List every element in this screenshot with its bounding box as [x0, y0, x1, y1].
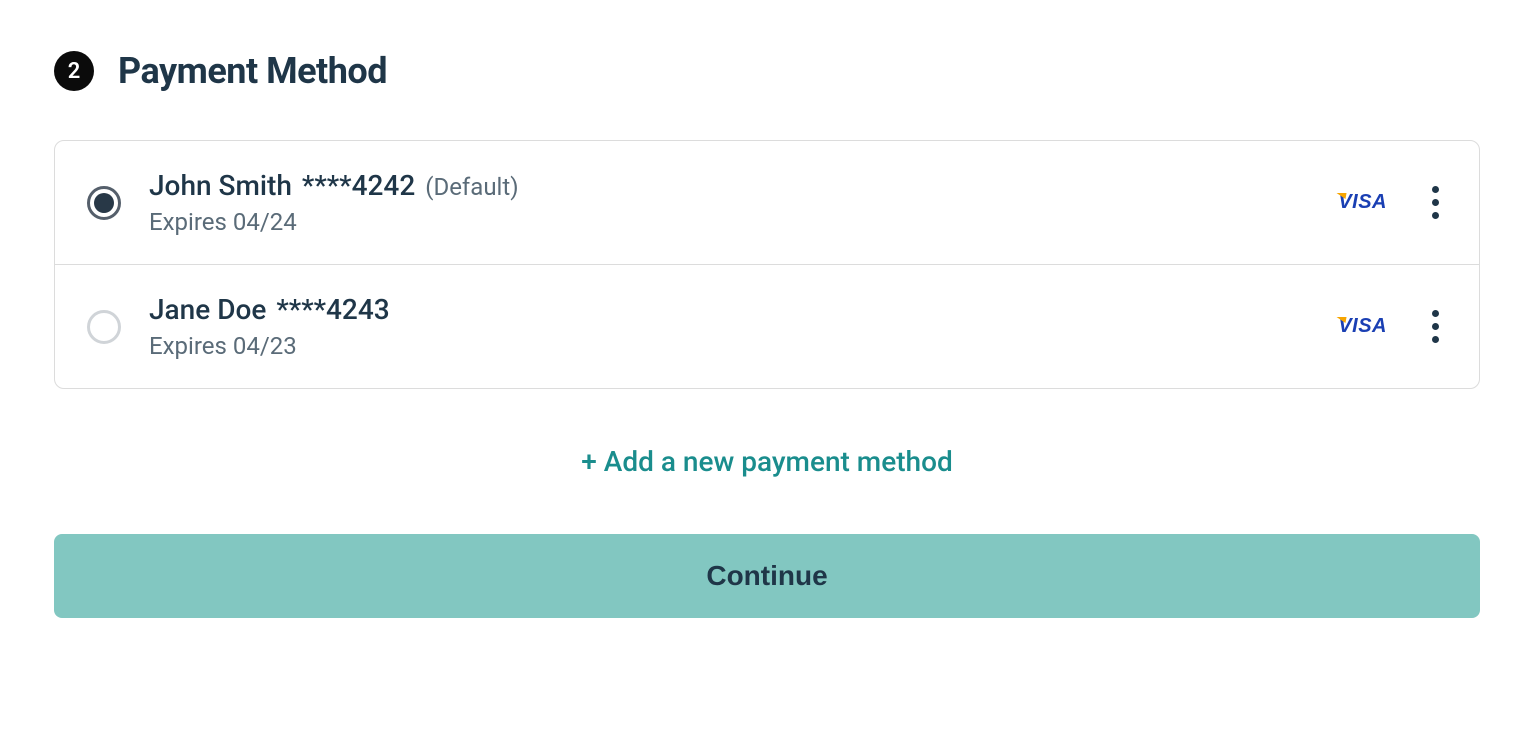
more-options-button[interactable]	[1423, 182, 1447, 223]
payment-method-list: John Smith ****4242 (Default) Expires 04…	[54, 140, 1480, 389]
card-mask: ****4242	[302, 169, 415, 202]
dot-icon	[1432, 323, 1439, 330]
visa-icon: VISA	[1338, 191, 1387, 214]
payment-method-row[interactable]: Jane Doe ****4243 Expires 04/23 VISA	[55, 264, 1479, 388]
page-title: Payment Method	[118, 50, 387, 92]
card-title-line: Jane Doe ****4243	[149, 293, 1310, 326]
card-mask: ****4243	[276, 293, 389, 326]
dot-icon	[1432, 310, 1439, 317]
card-info: Jane Doe ****4243 Expires 04/23	[149, 293, 1310, 360]
dot-icon	[1432, 336, 1439, 343]
radio-select[interactable]	[87, 310, 121, 344]
default-tag: (Default)	[425, 173, 518, 201]
step-number-badge: 2	[54, 51, 94, 91]
card-right: VISA	[1338, 182, 1447, 223]
radio-selected-icon	[94, 193, 114, 213]
radio-select[interactable]	[87, 186, 121, 220]
payment-method-row[interactable]: John Smith ****4242 (Default) Expires 04…	[55, 141, 1479, 264]
visa-icon: VISA	[1338, 315, 1387, 338]
card-right: VISA	[1338, 306, 1447, 347]
continue-button[interactable]: Continue	[54, 534, 1480, 618]
step-header: 2 Payment Method	[54, 50, 1480, 92]
card-info: John Smith ****4242 (Default) Expires 04…	[149, 169, 1310, 236]
add-payment-method-link[interactable]: + Add a new payment method	[54, 445, 1480, 478]
more-options-button[interactable]	[1423, 306, 1447, 347]
card-title-line: John Smith ****4242 (Default)	[149, 169, 1310, 202]
dot-icon	[1432, 212, 1439, 219]
card-expiry: Expires 04/24	[149, 208, 1310, 236]
card-expiry: Expires 04/23	[149, 332, 1310, 360]
card-holder-name: Jane Doe	[149, 293, 266, 326]
card-holder-name: John Smith	[149, 169, 292, 202]
dot-icon	[1432, 199, 1439, 206]
dot-icon	[1432, 186, 1439, 193]
